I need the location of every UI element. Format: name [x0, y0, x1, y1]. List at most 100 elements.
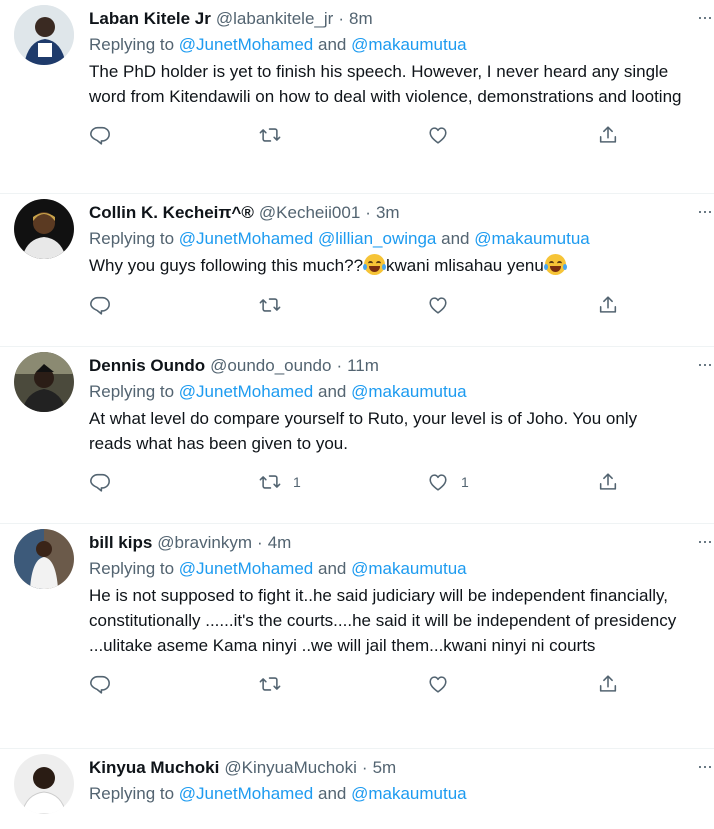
- separator-dot: ·: [361, 758, 368, 777]
- share-icon: [599, 675, 617, 692]
- tweet-actions: 1 1: [89, 470, 684, 494]
- timestamp[interactable]: 11m: [347, 355, 379, 377]
- like-icon: [429, 676, 447, 693]
- like-button[interactable]: 1: [427, 471, 597, 493]
- mention-link[interactable]: @JunetMohamed: [179, 35, 313, 54]
- replying-to: Replying to @JunetMohamed and @makaumutu…: [89, 34, 684, 56]
- reply-icon: [90, 675, 110, 694]
- mention-link[interactable]: @makaumutua: [474, 229, 590, 248]
- tweet-text: He is not supposed to fight it..he said …: [89, 586, 677, 655]
- mention-link[interactable]: @JunetMohamed: [179, 559, 313, 578]
- mention-link[interactable]: @makaumutua: [351, 35, 467, 54]
- like-icon: [429, 474, 447, 491]
- avatar[interactable]: [14, 199, 74, 259]
- reply-button[interactable]: [89, 294, 259, 316]
- share-icon: [599, 126, 617, 143]
- reply-button[interactable]: [89, 124, 259, 146]
- tweet-actions: [89, 293, 684, 317]
- tweet[interactable]: Laban Kitele Jr @labankitele_jr · 8m Rep…: [0, 0, 714, 194]
- tweet-text: The PhD holder is yet to finish his spee…: [89, 62, 682, 106]
- tweet[interactable]: Kinyua Muchoki @KinyuaMuchoki · 5m Reply…: [0, 749, 714, 829]
- like-button[interactable]: [427, 673, 597, 695]
- tweet-text-part: kwani mlisahau yenu: [386, 256, 544, 275]
- mention-link[interactable]: @makaumutua: [351, 559, 467, 578]
- retweet-icon: [259, 298, 281, 312]
- avatar[interactable]: [14, 352, 74, 412]
- replying-to-label: Replying to: [89, 382, 175, 401]
- like-button[interactable]: [427, 124, 597, 146]
- share-button[interactable]: [597, 673, 637, 695]
- tweet-text-part: Why you guys following this much??: [89, 256, 364, 275]
- like-count: 1: [461, 474, 469, 490]
- author-name[interactable]: Laban Kitele Jr: [89, 8, 211, 30]
- retweet-icon: [259, 475, 281, 489]
- mention-link[interactable]: @JunetMohamed: [179, 229, 313, 248]
- author-handle[interactable]: @oundo_oundo: [210, 355, 331, 377]
- and-label: and: [317, 559, 347, 578]
- tweet[interactable]: Collin K. Kecheiπ^® @Kecheii001 · 3m Rep…: [0, 194, 714, 347]
- author-handle[interactable]: @KinyuaMuchoki: [224, 757, 357, 779]
- and-label: and: [317, 784, 347, 803]
- author-name[interactable]: Collin K. Kecheiπ^®: [89, 202, 254, 224]
- more-icon[interactable]: ···: [697, 532, 713, 550]
- retweet-button[interactable]: [259, 124, 427, 146]
- separator-dot: ·: [257, 533, 263, 552]
- more-icon[interactable]: ···: [697, 355, 713, 373]
- mention-link[interactable]: @JunetMohamed: [179, 784, 313, 803]
- more-icon[interactable]: ···: [697, 757, 713, 775]
- author-handle[interactable]: @labankitele_jr: [216, 8, 333, 30]
- tweet-text: Why you guys following this much?? kwani …: [89, 253, 684, 278]
- share-button[interactable]: [597, 471, 637, 493]
- tweet[interactable]: Dennis Oundo @oundo_oundo · 11m Replying…: [0, 347, 714, 524]
- tears-of-joy-emoji-icon: [363, 254, 387, 275]
- share-button[interactable]: [597, 294, 637, 316]
- like-icon: [429, 297, 447, 314]
- like-icon: [429, 127, 447, 144]
- replying-to-label: Replying to: [89, 229, 175, 248]
- tweet[interactable]: bill kips @bravinkym · 4m Replying to @J…: [0, 524, 714, 749]
- author-handle[interactable]: @Kecheii001: [259, 202, 360, 224]
- retweet-button[interactable]: [259, 673, 427, 695]
- avatar[interactable]: [14, 5, 74, 65]
- timestamp[interactable]: 3m: [376, 202, 400, 224]
- separator-dot: ·: [336, 356, 343, 375]
- author-name[interactable]: Dennis Oundo: [89, 355, 205, 377]
- more-icon[interactable]: ···: [697, 202, 713, 220]
- retweet-button[interactable]: [259, 294, 427, 316]
- and-label: and: [317, 35, 347, 54]
- avatar[interactable]: [14, 529, 74, 589]
- replying-to: Replying to @JunetMohamed @lillian_owing…: [89, 228, 684, 250]
- separator-dot: ·: [338, 9, 344, 28]
- reply-icon: [90, 126, 110, 145]
- timestamp[interactable]: 8m: [349, 8, 373, 30]
- retweet-icon: [259, 677, 281, 691]
- avatar[interactable]: [14, 754, 74, 814]
- share-icon: [599, 473, 617, 490]
- replying-to-label: Replying to: [89, 784, 175, 803]
- retweet-button[interactable]: 1: [259, 471, 427, 493]
- tweet-text: At what level do compare yourself to Rut…: [89, 409, 638, 453]
- replying-to-label: Replying to: [89, 559, 175, 578]
- author-name[interactable]: bill kips: [89, 532, 152, 554]
- mention-link[interactable]: @makaumutua: [351, 382, 467, 401]
- share-button[interactable]: [597, 124, 637, 146]
- replying-to: Replying to @JunetMohamed and @makaumutu…: [89, 783, 684, 805]
- and-label: and: [441, 229, 470, 248]
- mention-link[interactable]: @JunetMohamed: [179, 382, 313, 401]
- more-icon[interactable]: ···: [697, 8, 713, 26]
- reply-icon: [90, 296, 110, 315]
- author-name[interactable]: Kinyua Muchoki: [89, 757, 219, 779]
- retweet-count: 1: [293, 474, 301, 490]
- reply-button[interactable]: [89, 471, 259, 493]
- like-button[interactable]: [427, 294, 597, 316]
- reply-button[interactable]: [89, 673, 259, 695]
- replying-to: Replying to @JunetMohamed and @makaumutu…: [89, 558, 684, 580]
- mention-link[interactable]: @makaumutua: [351, 784, 467, 803]
- share-icon: [599, 296, 617, 313]
- timestamp[interactable]: 4m: [268, 532, 292, 554]
- author-handle[interactable]: @bravinkym: [157, 532, 252, 554]
- timestamp[interactable]: 5m: [373, 757, 397, 779]
- and-label: and: [317, 382, 347, 401]
- mention-link[interactable]: @lillian_owinga: [318, 229, 436, 248]
- reply-icon: [90, 473, 110, 492]
